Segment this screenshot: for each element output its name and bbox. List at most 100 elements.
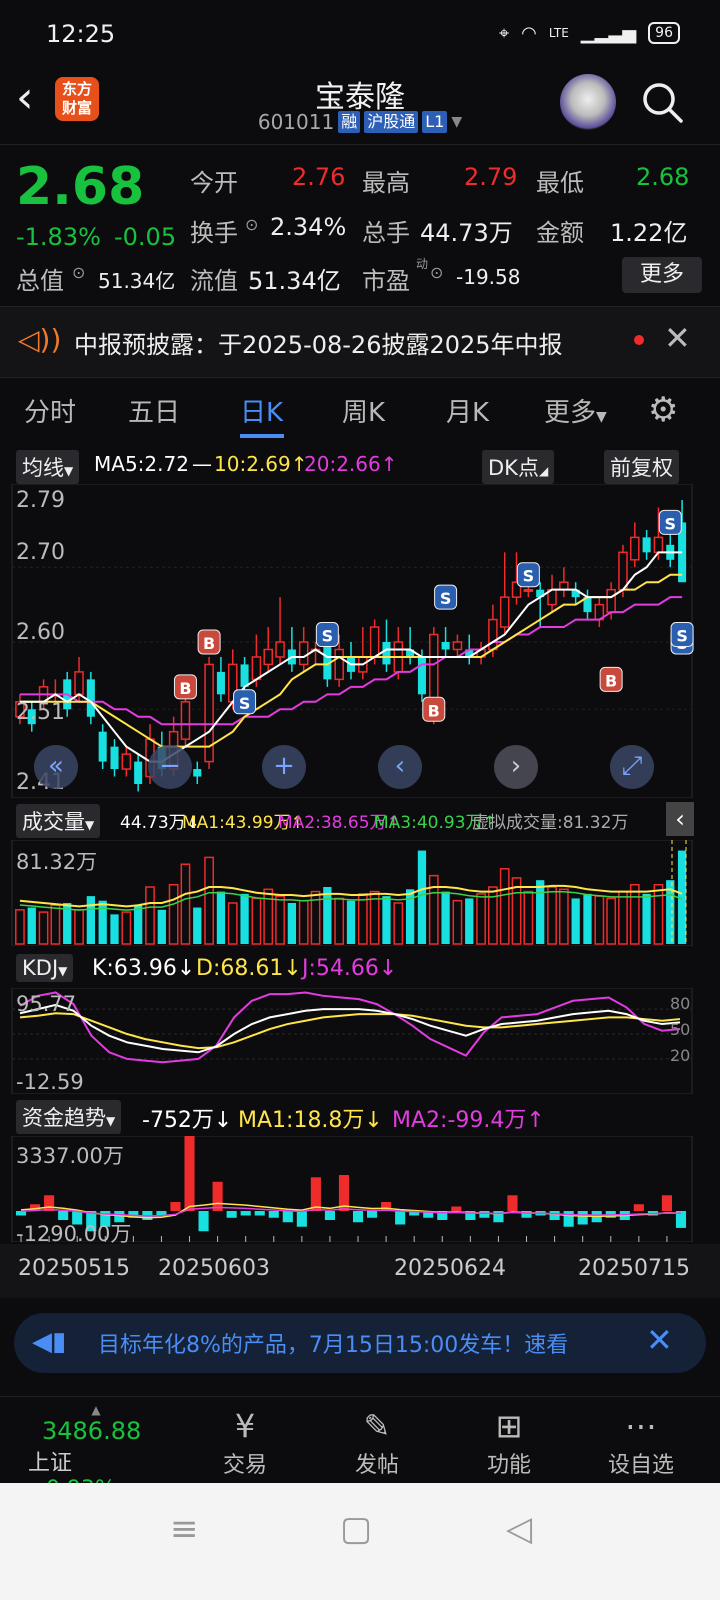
volume-bar xyxy=(275,895,285,945)
candle-body xyxy=(275,641,285,658)
volume-bar xyxy=(98,900,107,944)
float-label: 流值 xyxy=(190,267,238,295)
candle-body xyxy=(86,679,95,717)
candle-body xyxy=(74,671,84,696)
adjust-button[interactable]: 前复权 xyxy=(604,450,679,484)
chevron-down-icon: ▼ xyxy=(451,114,463,130)
scroll-left-icon[interactable]: « xyxy=(34,745,78,789)
nav-trade-label: 交易 xyxy=(222,1453,267,1478)
fullscreen-icon[interactable]: ⤢ xyxy=(610,745,654,789)
dk-point-button[interactable]: DK点◢ xyxy=(482,450,555,484)
notice-bar[interactable]: ◁)) 中报预披露：于2025-08-26披露2025年中报 ✕ xyxy=(0,306,720,378)
volume-bar xyxy=(227,902,238,945)
last-price: 2.68 xyxy=(16,157,145,217)
candle-body xyxy=(251,656,262,681)
sell-signal-label: S xyxy=(523,567,535,586)
volume-bar xyxy=(452,899,463,945)
menu-icon[interactable]: ≡ xyxy=(170,1509,199,1549)
tab-weekly-k[interactable]: 周K xyxy=(342,392,385,429)
kdj-k: K:63.96↓ xyxy=(92,956,196,981)
dk-point-label: DK点 xyxy=(488,456,539,480)
promo-banner[interactable]: ◀▮ 目标年化8%的产品，7月15日15:00发车！速看 ✕ xyxy=(14,1313,706,1373)
candle-body xyxy=(499,596,510,628)
kdj-d-line xyxy=(19,1012,681,1050)
notice-text: 中报预披露：于2025-08-26披露2025年中报 xyxy=(74,331,563,359)
nav-add-watchlist-label: 设自选 xyxy=(607,1453,674,1478)
more-button[interactable]: 更多 xyxy=(622,257,702,293)
fund-selector[interactable]: 资金趋势▼ xyxy=(16,1100,122,1134)
stock-code: 601011 xyxy=(257,110,335,134)
nav-add-watchlist[interactable]: ⋯ 设自选 xyxy=(586,1405,696,1479)
nav-trade[interactable]: ¥ 交易 xyxy=(190,1405,300,1479)
search-icon[interactable] xyxy=(640,80,684,124)
fund-bar xyxy=(254,1211,265,1216)
open-label: 今开 xyxy=(190,169,238,197)
gear-icon[interactable]: ⚙ xyxy=(648,390,678,430)
tab-five-day[interactable]: 五日 xyxy=(128,392,180,429)
volume-value: 44.73万 xyxy=(420,219,513,247)
volume-bar xyxy=(428,874,439,945)
volume-bar xyxy=(357,893,368,945)
kline-legend: 均线▼ MA5:2.72 — 10:2.69↑ 20:2.66↑ DK点◢ 前复… xyxy=(0,450,720,484)
candle-body xyxy=(452,641,463,651)
sell-signal-label: S xyxy=(239,694,251,713)
info-icon[interactable]: ⊙ xyxy=(245,215,258,234)
volume-bar xyxy=(38,911,49,945)
prev-icon[interactable]: ‹ xyxy=(378,745,422,789)
indicator-selector[interactable]: 均线▼ xyxy=(16,450,80,484)
tag-level: L1 xyxy=(422,111,448,133)
ytick-kdj-50: 50 xyxy=(670,1020,691,1039)
change-percent: -1.83% xyxy=(16,223,101,251)
close-icon[interactable]: ✕ xyxy=(664,319,691,357)
high-value: 2.79 xyxy=(464,163,518,191)
chevron-down-icon: ▼ xyxy=(64,464,74,478)
x-axis: 20250515 20250603 20250624 20250715 xyxy=(0,1244,720,1298)
fund-bar xyxy=(198,1211,209,1232)
back-nav-icon[interactable]: ◁ xyxy=(506,1509,532,1549)
home-icon[interactable]: ▢ xyxy=(340,1509,372,1549)
nav-post[interactable]: ✎ 发帖 xyxy=(322,1405,432,1479)
ytick-k-0: 2.79 xyxy=(16,488,65,513)
kdj-selector[interactable]: KDJ▼ xyxy=(16,954,74,982)
volume-bar xyxy=(27,907,36,944)
info-icon[interactable]: ⊙ xyxy=(430,263,443,282)
kdj-chart xyxy=(11,988,693,1094)
nav-functions[interactable]: ⊞ 功能 xyxy=(454,1405,564,1479)
info-icon[interactable]: ⊙ xyxy=(72,263,85,282)
candle-body xyxy=(417,656,426,695)
float-value: 51.34亿 xyxy=(248,267,341,295)
zoom-in-icon[interactable]: + xyxy=(262,745,306,789)
tab-more[interactable]: 更多▼ xyxy=(544,392,607,429)
robot-assistant-icon[interactable] xyxy=(560,74,616,130)
kline-chart[interactable]: BBSSBSSSBSS xyxy=(0,484,720,798)
collapse-icon[interactable]: ‹ xyxy=(666,802,694,836)
volume-bar xyxy=(547,886,557,945)
ma-divider: — xyxy=(192,452,212,476)
volume-bar xyxy=(216,891,226,944)
volume-label: 总手 xyxy=(362,219,410,247)
fund-bar xyxy=(577,1211,588,1225)
tab-monthly-k[interactable]: 月K xyxy=(446,392,489,429)
volume-bar xyxy=(417,850,427,944)
index-value: 3486.88 xyxy=(42,1417,142,1445)
candle-body xyxy=(110,746,119,770)
tab-intraday[interactable]: 分时 xyxy=(24,392,76,429)
ma5-legend: MA5:2.72 xyxy=(94,452,189,476)
close-icon[interactable]: ✕ xyxy=(646,1321,673,1359)
candle-body xyxy=(334,648,344,681)
pe-label: 市盈 xyxy=(362,267,410,295)
ytick-k-3: 2.51 xyxy=(16,700,65,725)
zoom-out-icon[interactable]: − xyxy=(148,745,192,789)
volume-bar xyxy=(240,893,249,944)
volume-bar xyxy=(382,896,391,944)
candle-body xyxy=(193,769,202,777)
next-icon[interactable]: › xyxy=(494,745,538,789)
ytick-fund-top: 3337.00万 xyxy=(16,1144,124,1168)
candle-body xyxy=(630,536,640,561)
fund-bar xyxy=(282,1211,293,1223)
volume-bar xyxy=(618,890,628,945)
sell-signal-label: S xyxy=(440,589,452,608)
turnover-value: 2.34% xyxy=(270,213,347,241)
tab-daily-k[interactable]: 日K xyxy=(240,392,283,429)
volume-selector[interactable]: 成交量▼ xyxy=(16,804,101,838)
